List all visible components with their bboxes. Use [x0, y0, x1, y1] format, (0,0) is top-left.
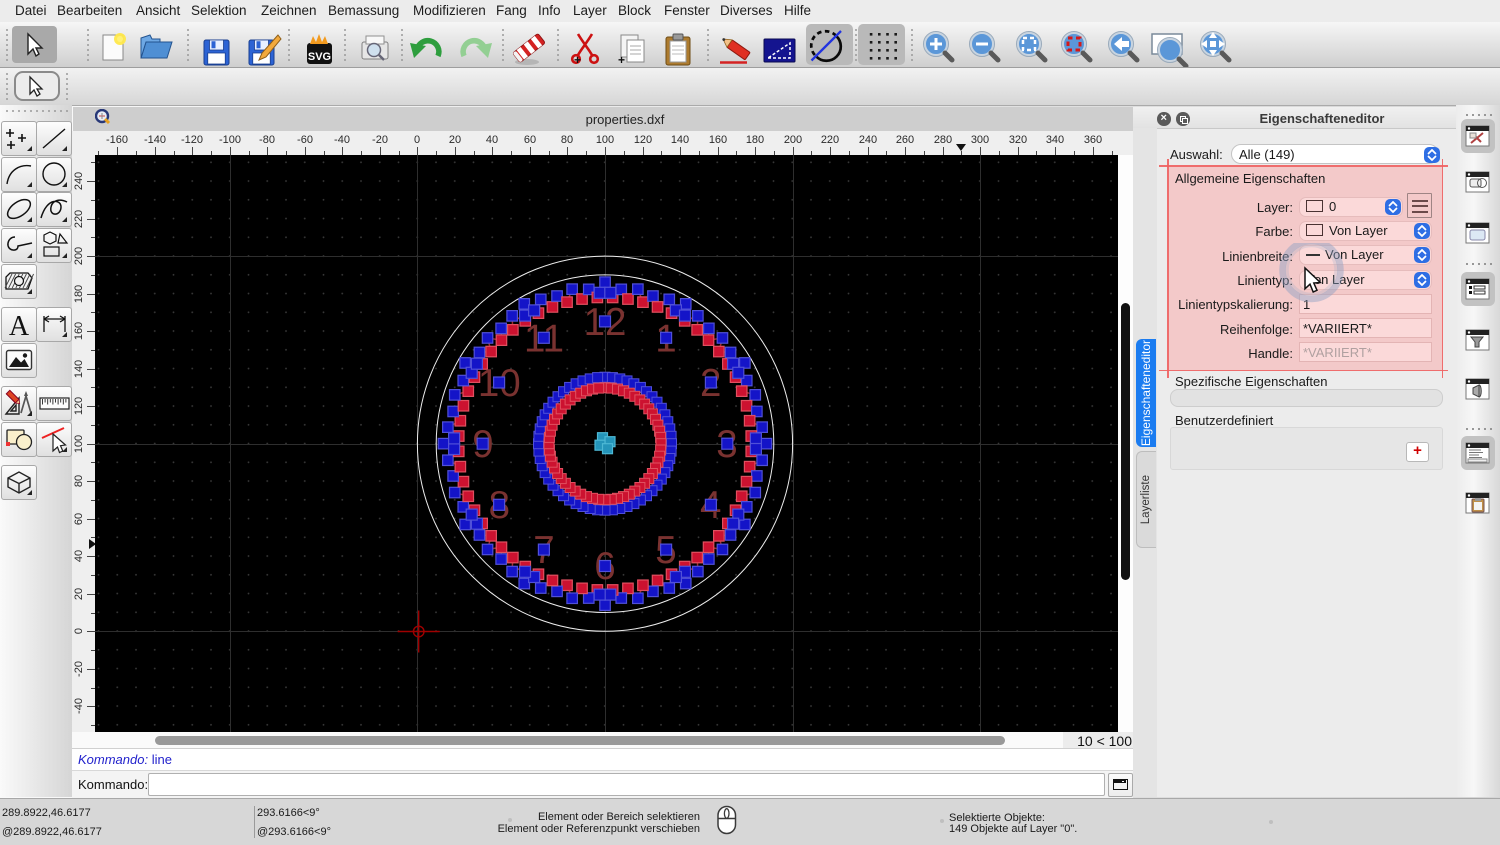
svg-text:SVG: SVG [308, 51, 331, 63]
svg-text:+: + [618, 53, 625, 67]
svg-text:+: + [574, 53, 581, 67]
svg-text:A: A [9, 311, 30, 341]
